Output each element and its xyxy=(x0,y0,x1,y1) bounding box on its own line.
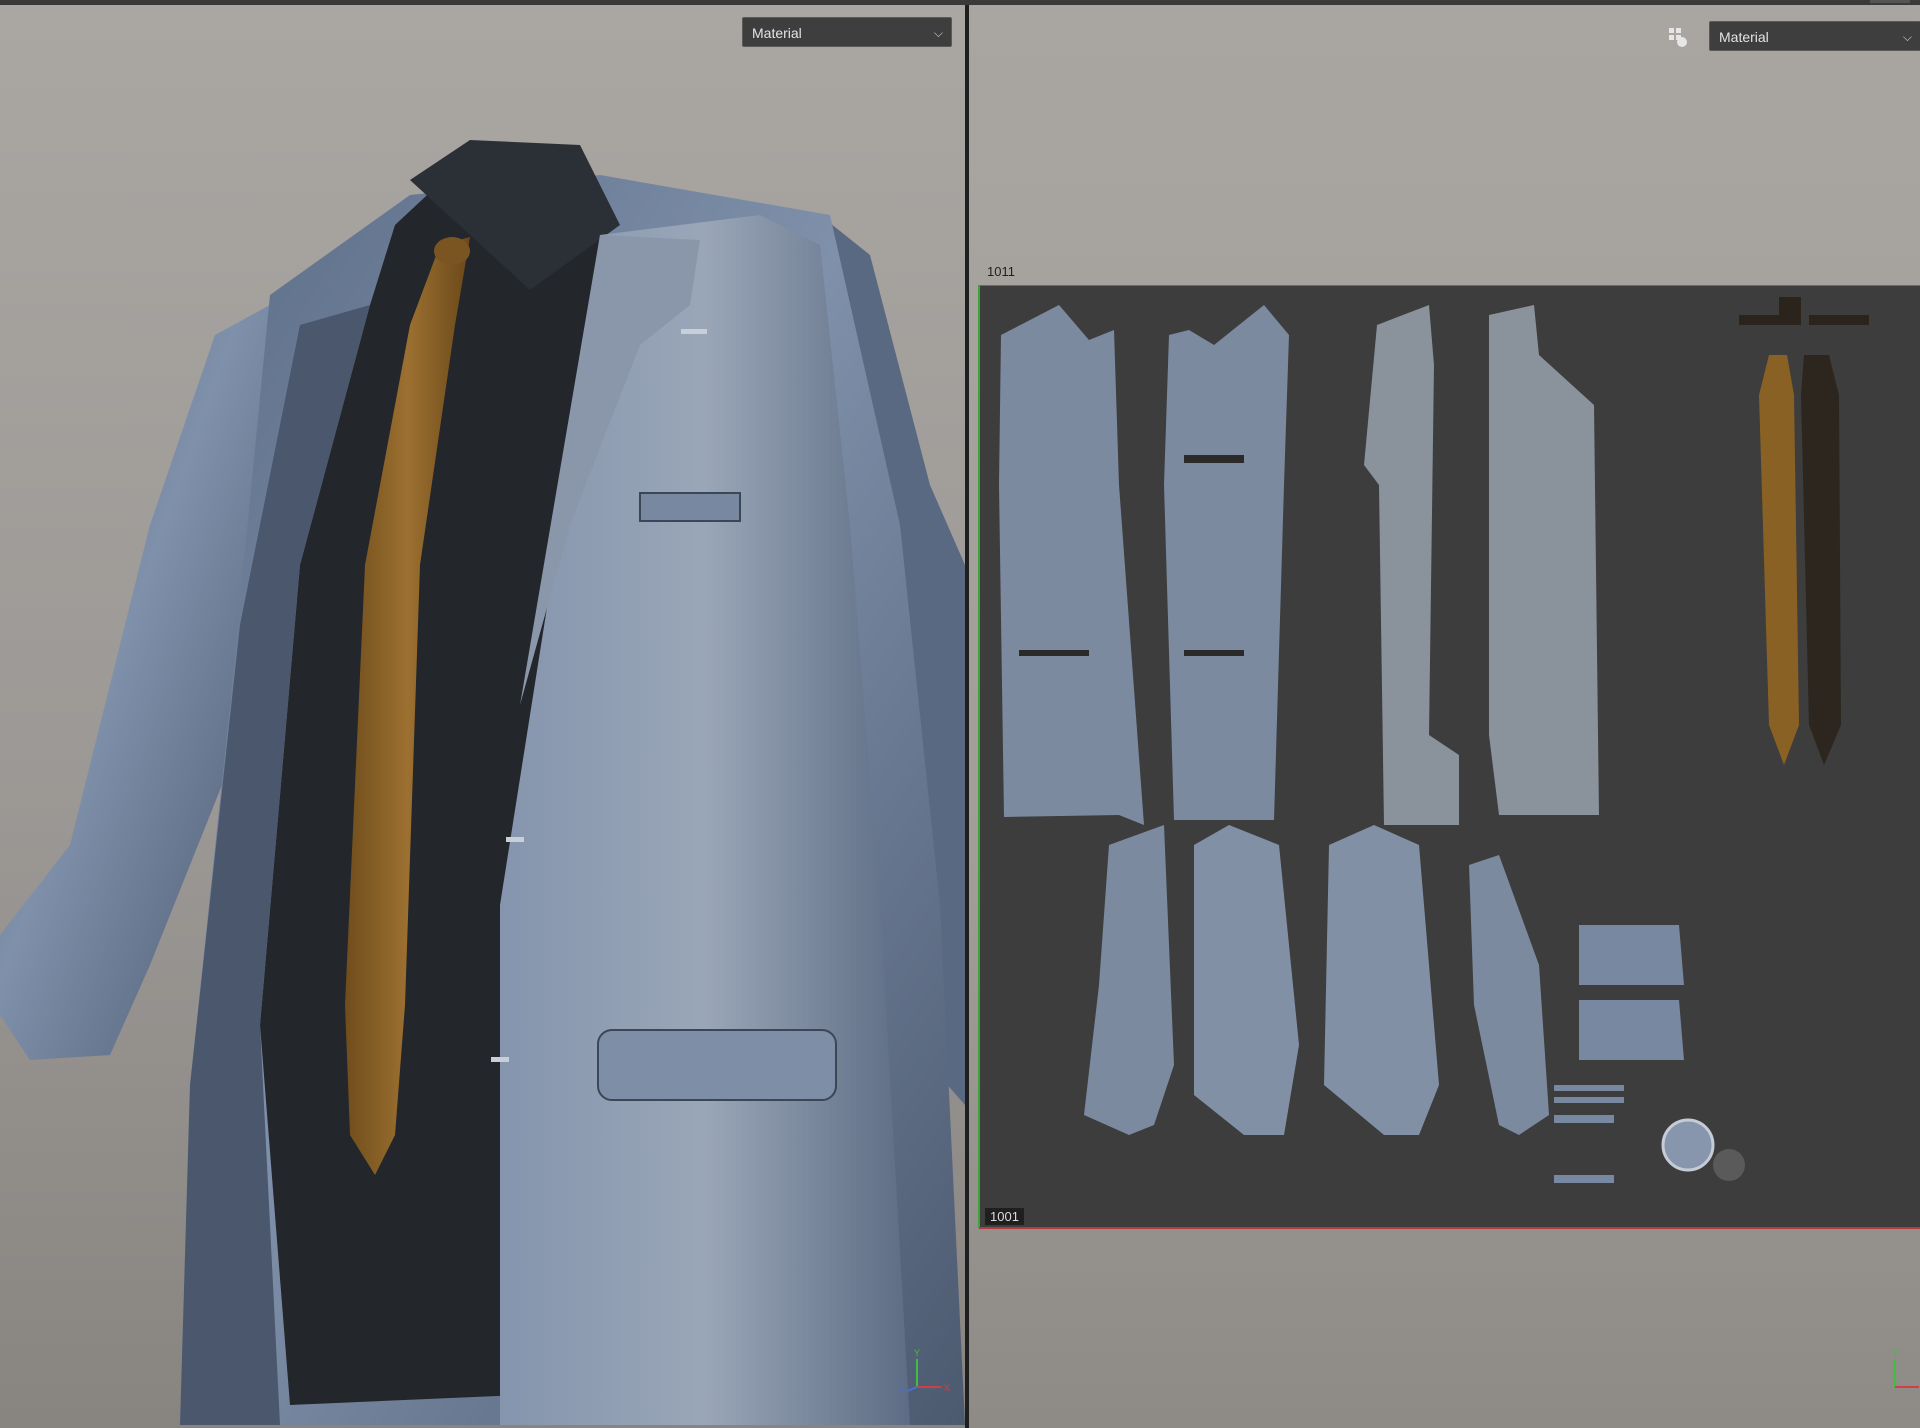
uv-tie-dark xyxy=(1801,355,1841,765)
uv-sleeve-3 xyxy=(1324,825,1439,1135)
uv-tile-label-1001: 1001 xyxy=(985,1208,1024,1225)
uv-islands xyxy=(999,297,1869,1183)
window-handle[interactable] xyxy=(1870,0,1910,3)
uv-u-axis xyxy=(979,1227,1920,1229)
hip-pocket xyxy=(597,1029,837,1101)
3d-viewport[interactable]: Material ⌵ Y X Z xyxy=(0,5,965,1428)
uv-back-panel-right xyxy=(1489,305,1599,815)
uv-tile-1001 xyxy=(979,285,1920,1228)
uv-front-panel-right xyxy=(1164,305,1289,820)
gizmo-y-label: Y xyxy=(914,1348,920,1358)
axis-gizmo: Y X Z xyxy=(893,1345,953,1405)
uv-sleeve-1 xyxy=(1084,825,1174,1135)
breast-pocket xyxy=(639,492,741,522)
uv-button-small xyxy=(1713,1149,1745,1181)
uv-cuff-1 xyxy=(1579,925,1684,985)
uv-button-large xyxy=(1661,1118,1715,1172)
view-options-icon[interactable] xyxy=(1667,26,1689,48)
uv-sleeve-4 xyxy=(1469,855,1549,1135)
gizmo-x-label: X xyxy=(944,1383,950,1393)
uv-shading-mode-dropdown[interactable]: Material ⌵ xyxy=(1709,21,1920,51)
uv-sleeve-2 xyxy=(1194,825,1299,1135)
gizmo-y-label: Y xyxy=(1892,1348,1898,1358)
shading-mode-label: Material xyxy=(752,25,802,41)
gizmo-z-label: Z xyxy=(898,1386,904,1396)
uv-front-panel-left xyxy=(999,305,1144,825)
chevron-down-icon: ⌵ xyxy=(933,26,943,40)
uv-tile-border xyxy=(979,285,1920,286)
garment-3d-render xyxy=(0,140,965,1425)
uv-v-axis xyxy=(978,285,980,1228)
uv-shading-mode-label: Material xyxy=(1719,29,1769,45)
tie-knot xyxy=(434,237,470,265)
uv-cuff-2 xyxy=(1579,1000,1684,1060)
uv-tile-label-1011: 1011 xyxy=(987,264,1015,279)
chevron-down-icon: ⌵ xyxy=(1902,30,1912,44)
uv-back-panel-left xyxy=(1364,305,1459,825)
uv-axis-gizmo: Y xyxy=(1875,1345,1920,1405)
uv-viewport[interactable]: 1011 1001 Material ⌵ Y xyxy=(969,5,1920,1428)
uv-tie-brown xyxy=(1759,355,1799,765)
app-window: Material ⌵ Y X Z 1011 1001 Material ⌵ Y xyxy=(0,0,1920,1428)
shading-mode-dropdown[interactable]: Material ⌵ xyxy=(742,17,952,47)
